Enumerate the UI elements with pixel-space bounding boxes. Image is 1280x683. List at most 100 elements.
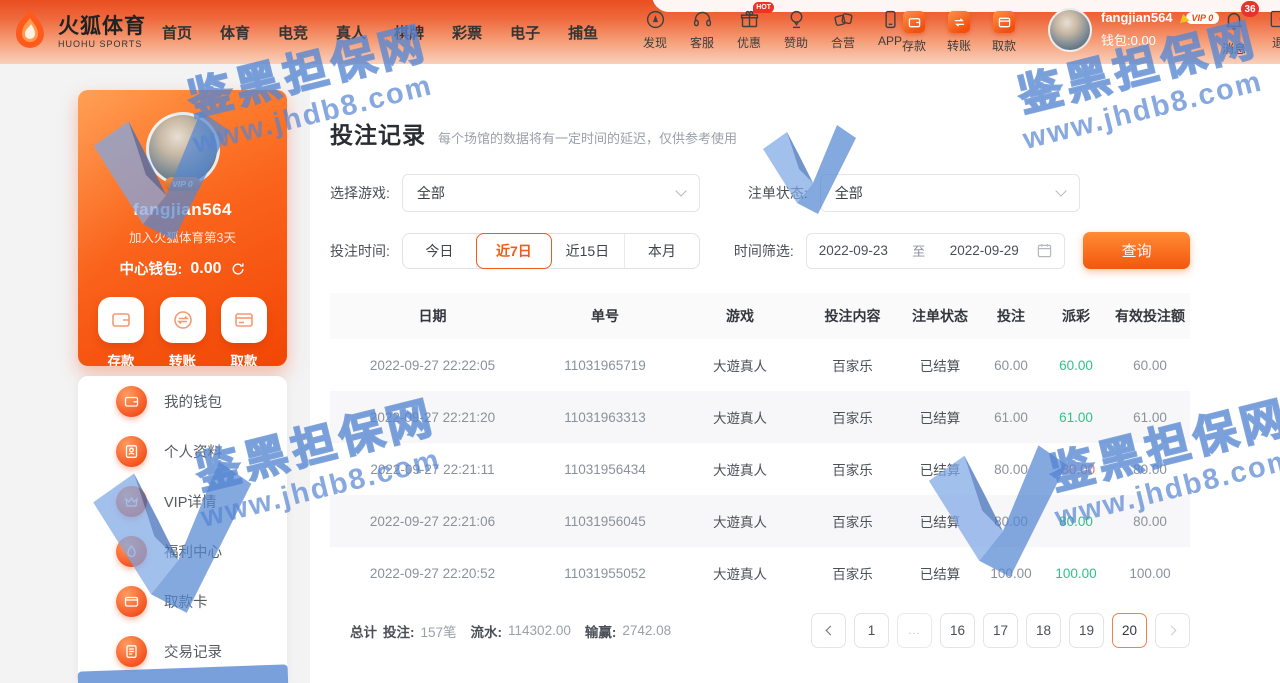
range-filter-label: 时间筛选: xyxy=(734,241,794,261)
flow-value: 114302.00 xyxy=(508,623,571,638)
date-range-picker[interactable]: 2022-09-23 至 2022-09-29 xyxy=(806,233,1065,269)
page-button-16[interactable]: 16 xyxy=(940,613,975,648)
withdraw-button[interactable]: 取款 xyxy=(992,11,1016,54)
messages-button[interactable]: 36 消息 xyxy=(1222,9,1246,57)
prev-page-button[interactable] xyxy=(811,613,846,648)
document-icon xyxy=(116,636,147,667)
id-card-icon xyxy=(116,436,147,467)
cell-payout: 61.00 xyxy=(1042,391,1110,443)
table-footer: 总计 投注: 157笔 流水: 114302.00 输赢: 2742.08 1 … xyxy=(330,613,1190,648)
page-button-18[interactable]: 18 xyxy=(1026,613,1061,648)
username: fangjian564 xyxy=(1101,10,1173,25)
flame-logo-icon xyxy=(4,6,56,58)
status-select[interactable]: 全部 xyxy=(820,174,1080,212)
partner-button[interactable]: 合营 xyxy=(826,9,860,51)
page-ellipsis[interactable]: ... xyxy=(897,613,932,648)
user-avatar[interactable] xyxy=(1048,8,1092,52)
nav-item-live[interactable]: 真人 xyxy=(336,22,366,43)
sponsor-icon xyxy=(786,9,807,30)
cell-date: 2022-09-27 22:22:05 xyxy=(330,339,535,391)
table-row: 2022-09-27 22:21:11 11031956434 大遊真人 百家乐… xyxy=(330,443,1190,495)
cell-bet: 60.00 xyxy=(980,339,1042,391)
promo-button[interactable]: HOT 优惠 xyxy=(732,9,766,51)
cell-game: 大遊真人 xyxy=(675,391,805,443)
page-subtitle: 每个场馆的数据将有一定时间的延迟，仅供参考使用 xyxy=(438,128,737,147)
profile-transfer-button[interactable]: 转账 xyxy=(160,297,206,366)
sidebar-item-personal-info[interactable]: 个人资料 xyxy=(78,426,287,476)
user-account[interactable]: fangjian564 VIP 0 钱包:0.00 xyxy=(1048,8,1219,52)
game-select-value: 全部 xyxy=(417,183,445,203)
profile-deposit-button[interactable]: 存款 xyxy=(98,297,144,366)
cell-bet: 80.00 xyxy=(980,443,1042,495)
chevron-down-icon xyxy=(1055,185,1066,196)
vip-badge: VIP 0 xyxy=(1179,12,1220,24)
page-button-20-active[interactable]: 20 xyxy=(1112,613,1147,648)
sponsor-button[interactable]: 赞助 xyxy=(779,9,813,51)
support-button[interactable]: 客服 xyxy=(685,9,719,51)
profile-avatar[interactable] xyxy=(146,112,220,186)
logout-label: 退 xyxy=(1272,34,1280,51)
discover-button[interactable]: 发现 xyxy=(638,9,672,51)
support-label: 客服 xyxy=(690,34,714,51)
cell-game: 大遊真人 xyxy=(675,443,805,495)
chevron-left-icon xyxy=(825,626,835,636)
refresh-balance-button[interactable] xyxy=(231,262,245,276)
time-option-month[interactable]: 本月 xyxy=(625,234,699,268)
col-header-content: 投注内容 xyxy=(805,293,900,339)
cell-content: 百家乐 xyxy=(805,391,900,443)
nav-item-fishing[interactable]: 捕鱼 xyxy=(568,22,598,43)
center-wallet-label: 中心钱包: xyxy=(120,258,183,279)
range-end-date: 2022-09-29 xyxy=(950,243,1019,258)
next-page-button[interactable] xyxy=(1155,613,1190,648)
page-button-1[interactable]: 1 xyxy=(854,613,889,648)
game-select[interactable]: 全部 xyxy=(402,174,700,212)
query-button[interactable]: 查询 xyxy=(1083,232,1190,269)
total-label: 总计 xyxy=(350,621,377,641)
nav-item-slots[interactable]: 电子 xyxy=(510,22,540,43)
withdraw-icon xyxy=(993,11,1015,33)
sidebar-item-welfare-center[interactable]: 福利中心 xyxy=(78,526,287,576)
cell-valid: 80.00 xyxy=(1110,495,1190,547)
game-select-label: 选择游戏: xyxy=(330,183,390,203)
cell-status: 已结算 xyxy=(900,547,980,599)
sidebar-item-my-wallet[interactable]: 我的钱包 xyxy=(78,376,287,426)
hot-badge: HOT xyxy=(753,2,774,13)
sidebar-item-label: 我的钱包 xyxy=(164,391,222,412)
sidebar-item-label: VIP详情 xyxy=(164,491,216,512)
logout-button[interactable]: 退 xyxy=(1268,9,1280,51)
nav-item-esports[interactable]: 电竞 xyxy=(278,22,308,43)
sidebar-item-transaction-records[interactable]: 交易记录 xyxy=(78,626,287,676)
time-option-today[interactable]: 今日 xyxy=(403,234,477,268)
cell-payout: 80.00 xyxy=(1042,495,1110,547)
page-button-19[interactable]: 19 xyxy=(1069,613,1104,648)
bet-records-table: 日期 单号 游戏 投注内容 注单状态 投注 派彩 有效投注额 2022-09-2… xyxy=(330,293,1190,599)
discover-label: 发现 xyxy=(643,34,667,51)
deposit-button[interactable]: 存款 xyxy=(902,11,926,54)
sidebar-item-label: 个人资料 xyxy=(164,441,222,462)
nav-item-lottery[interactable]: 彩票 xyxy=(452,22,482,43)
nav-item-chess[interactable]: 棋牌 xyxy=(394,22,424,43)
cell-content: 百家乐 xyxy=(805,495,900,547)
calendar-icon xyxy=(1037,243,1052,258)
profile-withdraw-button[interactable]: 取款 xyxy=(221,297,267,366)
status-select-value: 全部 xyxy=(835,183,863,203)
center-wallet-value: 0.00 xyxy=(190,260,221,278)
winloss-label: 输赢: xyxy=(585,621,617,641)
tags-icon xyxy=(833,9,854,30)
profile-joined-text: 加入火狐体育第3天 xyxy=(78,227,287,246)
site-logo[interactable]: 火狐体育 HUOHU SPORTS xyxy=(4,6,146,58)
time-option-7days[interactable]: 近7日 xyxy=(476,233,552,269)
transfer-icon xyxy=(160,297,206,343)
nav-item-sports[interactable]: 体育 xyxy=(220,22,250,43)
transfer-button[interactable]: 转账 xyxy=(947,11,971,54)
cell-date: 2022-09-27 22:21:06 xyxy=(330,495,535,547)
time-option-15days[interactable]: 近15日 xyxy=(551,234,625,268)
nav-item-home[interactable]: 首页 xyxy=(162,22,192,43)
page-button-17[interactable]: 17 xyxy=(983,613,1018,648)
sidebar-item-vip-details[interactable]: VIP详情 xyxy=(78,476,287,526)
sidebar-item-withdrawal-card[interactable]: 取款卡 xyxy=(78,576,287,626)
range-start-date: 2022-09-23 xyxy=(819,243,888,258)
vip-icon xyxy=(116,486,147,517)
total-bet-value: 157笔 xyxy=(421,621,457,641)
cell-content: 百家乐 xyxy=(805,443,900,495)
